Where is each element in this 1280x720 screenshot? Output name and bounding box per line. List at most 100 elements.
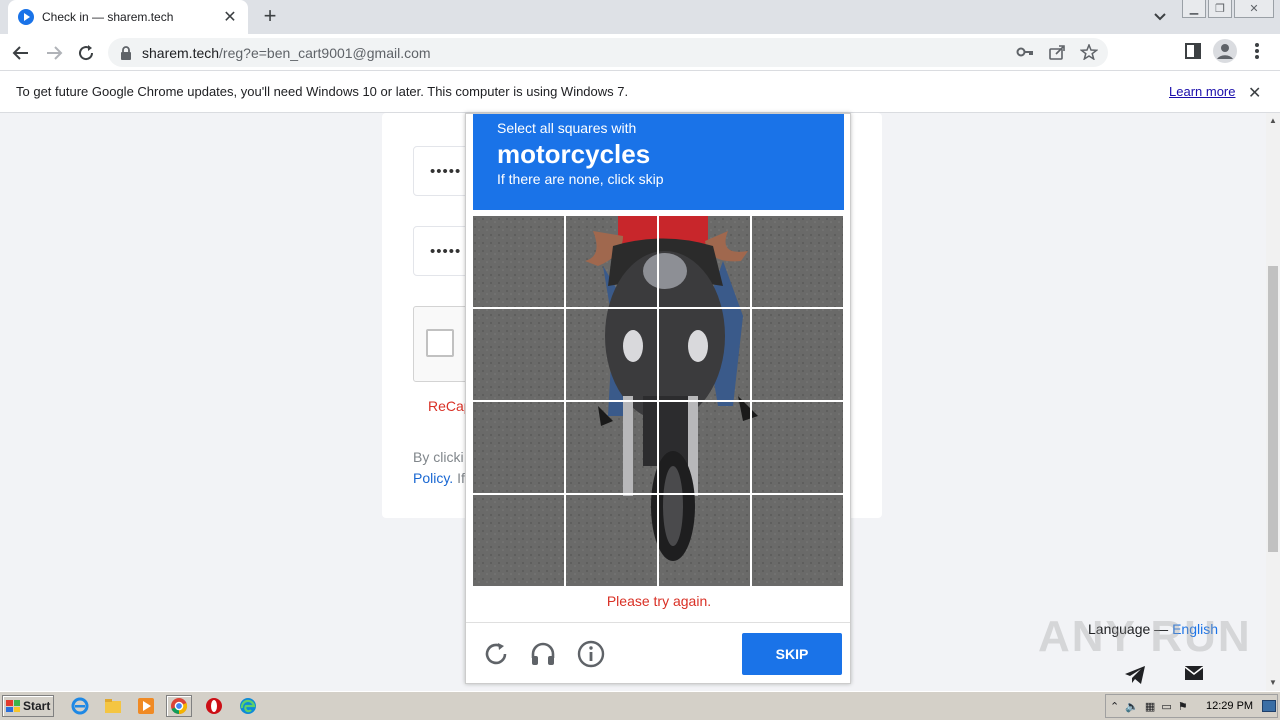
challenge-tile[interactable]	[752, 495, 843, 586]
challenge-tile[interactable]	[659, 402, 750, 493]
restore-icon[interactable]: ❐	[1208, 0, 1232, 18]
chrome-taskbar-icon[interactable]	[166, 695, 192, 717]
url-path: /reg?e=ben_cart9001@gmail.com	[219, 44, 431, 61]
scroll-up-arrow-icon[interactable]: ▲	[1266, 116, 1280, 128]
media-player-icon[interactable]	[133, 695, 159, 717]
volume-icon[interactable]: 🔈	[1125, 700, 1139, 713]
terms-line1: By clicki	[413, 449, 464, 465]
tile-image	[659, 216, 750, 307]
tab-strip: Check in — sharem.tech ✕ + ▁ ❐ ✕	[0, 0, 1280, 34]
challenge-tile[interactable]	[566, 309, 657, 400]
opera-icon[interactable]	[201, 695, 227, 717]
terms-text: By clicki Policy. If	[413, 447, 465, 489]
windows-logo-icon	[6, 700, 20, 712]
start-button[interactable]: Start	[2, 695, 54, 717]
terms-line2: If	[453, 470, 465, 486]
tile-image	[659, 402, 750, 493]
skip-button[interactable]: SKIP	[742, 633, 842, 675]
tile-image	[659, 309, 750, 400]
tab-search-chevron-icon[interactable]	[1150, 8, 1170, 26]
challenge-tile[interactable]	[473, 216, 564, 307]
browser-toolbar: sharem.tech/reg?e=ben_cart9001@gmail.com	[0, 34, 1280, 71]
profile-avatar-icon[interactable]	[1213, 39, 1237, 63]
challenge-tile[interactable]	[473, 495, 564, 586]
challenge-tile[interactable]	[473, 309, 564, 400]
telegram-icon[interactable]	[1124, 665, 1146, 685]
tile-image	[566, 495, 657, 586]
bookmark-star-icon[interactable]	[1079, 42, 1099, 63]
challenge-tile[interactable]	[659, 495, 750, 586]
tile-image	[566, 216, 657, 307]
challenge-tile[interactable]	[659, 216, 750, 307]
minimize-icon[interactable]: ▁	[1182, 0, 1206, 18]
tile-image	[752, 495, 843, 586]
address-bar[interactable]: sharem.tech/reg?e=ben_cart9001@gmail.com	[108, 38, 1108, 67]
reload-challenge-icon[interactable]	[482, 640, 510, 668]
tile-image	[752, 402, 843, 493]
audio-challenge-headphones-icon[interactable]	[529, 640, 557, 668]
challenge-image-grid	[473, 216, 843, 586]
tile-image	[566, 309, 657, 400]
recaptcha-checkbox[interactable]	[426, 329, 454, 357]
scroll-thumb[interactable]	[1268, 266, 1278, 552]
email-icon[interactable]	[1184, 665, 1206, 685]
window-controls: ▁ ❐ ✕	[1182, 0, 1274, 18]
challenge-tile[interactable]	[752, 309, 843, 400]
scroll-down-arrow-icon[interactable]: ▼	[1266, 678, 1280, 690]
challenge-footer: SKIP	[466, 622, 850, 684]
tile-image	[566, 402, 657, 493]
policy-link[interactable]: Policy.	[413, 470, 453, 486]
tile-image	[473, 402, 564, 493]
file-explorer-icon[interactable]	[100, 695, 126, 717]
challenge-tile[interactable]	[566, 216, 657, 307]
kebab-menu-icon[interactable]	[1254, 42, 1260, 60]
challenge-tile[interactable]	[473, 402, 564, 493]
network-icon[interactable]: ▦	[1145, 700, 1155, 713]
back-arrow-icon[interactable]	[10, 42, 32, 64]
tile-image	[473, 495, 564, 586]
info-icon[interactable]	[577, 640, 605, 668]
start-label: Start	[23, 699, 51, 713]
tile-image	[752, 216, 843, 307]
tray-expand-icon[interactable]: ⌃	[1110, 700, 1119, 713]
challenge-tile[interactable]	[752, 402, 843, 493]
battery-icon[interactable]: ▭	[1161, 700, 1171, 713]
infobar-close-icon[interactable]: ✕	[1248, 83, 1261, 103]
reload-icon[interactable]	[75, 42, 97, 64]
side-panel-icon[interactable]	[1184, 42, 1202, 60]
browser-tab[interactable]: Check in — sharem.tech ✕	[8, 0, 248, 34]
challenge-tile[interactable]	[566, 402, 657, 493]
edge-icon[interactable]	[235, 695, 261, 717]
tile-image	[473, 309, 564, 400]
action-center-flag-icon[interactable]: ⚑	[1178, 700, 1188, 713]
lock-icon[interactable]	[120, 45, 132, 60]
challenge-header: Select all squares with motorcycles If t…	[473, 114, 844, 210]
recaptcha-challenge: Select all squares with motorcycles If t…	[465, 113, 851, 684]
url-host: sharem.tech	[142, 44, 220, 61]
show-desktop-icon[interactable]	[1262, 700, 1276, 712]
challenge-object: motorcycles	[497, 139, 651, 169]
windows-taskbar: Start ⌃ 🔈 ▦ ▭ ⚑ 12:29 PM	[0, 691, 1280, 720]
challenge-tile[interactable]	[659, 309, 750, 400]
tile-image	[473, 216, 564, 307]
update-infobar: To get future Google Chrome updates, you…	[0, 71, 1280, 113]
key-icon[interactable]	[1016, 44, 1034, 63]
forward-arrow-icon[interactable]	[43, 42, 65, 64]
learn-more-link[interactable]: Learn more	[1169, 84, 1235, 99]
close-window-icon[interactable]: ✕	[1234, 0, 1274, 18]
site-favicon-icon	[18, 9, 34, 25]
challenge-instruction: Select all squares with	[497, 120, 637, 136]
new-tab-button[interactable]: +	[258, 5, 282, 29]
infobar-message: To get future Google Chrome updates, you…	[16, 84, 629, 99]
challenge-hint: If there are none, click skip	[497, 171, 664, 187]
anyrun-watermark: ANY RUN	[1038, 612, 1252, 661]
internet-explorer-icon[interactable]	[67, 695, 93, 717]
tab-close-icon[interactable]: ✕	[222, 7, 238, 27]
challenge-tile[interactable]	[752, 216, 843, 307]
tile-image	[752, 309, 843, 400]
taskbar-clock[interactable]: 12:29 PM	[1206, 700, 1253, 712]
challenge-tile[interactable]	[566, 495, 657, 586]
tile-image	[659, 495, 750, 586]
share-icon[interactable]	[1048, 44, 1066, 63]
challenge-error: Please try again.	[606, 593, 712, 609]
